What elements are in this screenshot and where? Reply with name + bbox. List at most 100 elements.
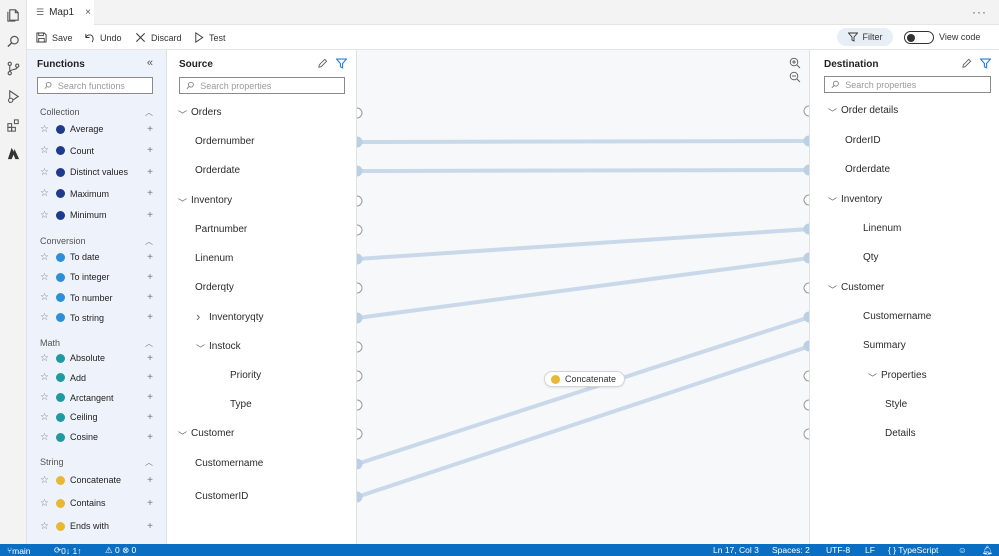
close-tab-icon[interactable]: ×: [85, 7, 91, 18]
function-item[interactable]: ☆ Absolute +: [27, 349, 166, 367]
chevron-down-icon[interactable]: ﹀: [828, 195, 837, 208]
collapse-panel-icon[interactable]: «: [147, 57, 153, 69]
discard-button[interactable]: Discard: [135, 29, 182, 46]
sync-status[interactable]: ⟳ 0↓ 1↑: [54, 545, 81, 556]
indentation[interactable]: Spaces: 2: [772, 545, 810, 555]
function-item[interactable]: ☆ Count +: [27, 142, 166, 160]
star-icon[interactable]: ☆: [40, 124, 49, 135]
chevron-down-icon[interactable]: ﹀: [178, 429, 187, 442]
notifications-icon[interactable]: 🔔︎: [982, 545, 993, 556]
chevron-up-icon[interactable]: ︿: [145, 107, 153, 118]
chevron-right-icon[interactable]: ›: [196, 309, 200, 324]
chevron-down-icon[interactable]: ﹀: [828, 106, 837, 119]
function-item[interactable]: ☆ Minimum +: [27, 206, 166, 224]
connection-handle[interactable]: [357, 282, 363, 294]
connection-handle[interactable]: [357, 195, 363, 207]
connection-handle[interactable]: [357, 224, 363, 236]
chevron-up-icon[interactable]: ︿: [145, 236, 153, 247]
add-icon[interactable]: +: [147, 312, 153, 323]
mapping-line[interactable]: [357, 168, 809, 173]
connected-handle[interactable]: [357, 136, 363, 148]
function-item[interactable]: ☆ To integer +: [27, 268, 166, 286]
connected-handle[interactable]: [357, 165, 363, 177]
function-item[interactable]: ☆ Maximum +: [27, 185, 166, 203]
category-header[interactable]: String: [40, 457, 64, 467]
tree-node[interactable]: Customername: [195, 458, 263, 469]
category-header[interactable]: Collection: [40, 107, 80, 117]
star-icon[interactable]: ☆: [40, 412, 49, 423]
tree-node[interactable]: Customername: [863, 311, 931, 322]
filter-button[interactable]: Filter: [837, 28, 893, 46]
function-item[interactable]: ☆ Concatenate +: [27, 471, 166, 489]
tree-node[interactable]: Customer: [841, 282, 884, 293]
connection-handle[interactable]: [357, 399, 363, 411]
search-icon[interactable]: [5, 33, 22, 50]
add-icon[interactable]: +: [147, 432, 153, 443]
tree-node[interactable]: Qty: [863, 252, 879, 263]
encoding[interactable]: UTF-8: [826, 545, 850, 555]
mapping-canvas[interactable]: Concatenate: [357, 50, 809, 544]
tree-node[interactable]: OrderID: [845, 135, 881, 146]
tree-node[interactable]: Orderdate: [195, 165, 240, 176]
tree-node[interactable]: Orders: [191, 107, 222, 118]
star-icon[interactable]: ☆: [40, 353, 49, 364]
star-icon[interactable]: ☆: [40, 475, 49, 486]
add-icon[interactable]: +: [147, 412, 153, 423]
function-item[interactable]: ☆ To string +: [27, 309, 166, 327]
category-header[interactable]: Math: [40, 338, 60, 348]
tree-node[interactable]: Order details: [841, 105, 898, 116]
function-item[interactable]: ☆ To date +: [27, 248, 166, 266]
filter-icon[interactable]: [336, 58, 347, 69]
function-item[interactable]: ☆ Arctangent +: [27, 389, 166, 407]
add-icon[interactable]: +: [147, 188, 153, 199]
function-item[interactable]: ☆ Ceiling +: [27, 408, 166, 426]
view-code-toggle[interactable]: [904, 31, 934, 44]
undo-button[interactable]: Undo: [84, 29, 122, 46]
chevron-down-icon[interactable]: ﹀: [196, 342, 205, 355]
zoom-out-icon[interactable]: [789, 71, 801, 83]
tree-node[interactable]: Priority: [230, 370, 261, 381]
search-destination-input[interactable]: [845, 79, 990, 90]
star-icon[interactable]: ☆: [40, 145, 49, 156]
tab-map1[interactable]: ☰ Map1 ×: [27, 0, 94, 25]
star-icon[interactable]: ☆: [40, 312, 49, 323]
star-icon[interactable]: ☆: [40, 188, 49, 199]
tree-node[interactable]: CustomerID: [195, 491, 248, 502]
run-debug-icon[interactable]: [5, 88, 22, 105]
chevron-up-icon[interactable]: ︿: [145, 338, 153, 349]
star-icon[interactable]: ☆: [40, 392, 49, 403]
end-of-line[interactable]: LF: [865, 545, 875, 555]
connection-handle[interactable]: [357, 428, 363, 440]
tree-node[interactable]: Details: [885, 428, 916, 439]
tree-node[interactable]: Summary: [863, 340, 906, 351]
edit-icon[interactable]: [317, 58, 328, 69]
save-button[interactable]: Save: [36, 29, 73, 46]
tree-node[interactable]: Inventory: [191, 195, 232, 206]
tree-node[interactable]: Orderqty: [195, 282, 234, 293]
add-icon[interactable]: +: [147, 521, 153, 532]
chevron-down-icon[interactable]: ﹀: [178, 196, 187, 209]
tree-node[interactable]: Customer: [191, 428, 234, 439]
function-item[interactable]: ☆ Cosine +: [27, 428, 166, 446]
function-item[interactable]: ☆ Average +: [27, 120, 166, 138]
mapping-line[interactable]: [357, 344, 809, 499]
star-icon[interactable]: ☆: [40, 432, 49, 443]
tree-node[interactable]: Linenum: [863, 223, 901, 234]
chevron-down-icon[interactable]: ﹀: [868, 371, 877, 384]
add-icon[interactable]: +: [147, 498, 153, 509]
function-item[interactable]: ☆ Contains +: [27, 494, 166, 512]
feedback-icon[interactable]: ☺: [958, 545, 967, 555]
add-icon[interactable]: +: [147, 372, 153, 383]
mapping-line[interactable]: [357, 256, 809, 320]
concatenate-function-node[interactable]: Concatenate: [544, 371, 626, 387]
search-functions-input[interactable]: [57, 80, 152, 91]
mapping-line[interactable]: [357, 227, 809, 261]
connection-handle[interactable]: [357, 341, 363, 353]
add-icon[interactable]: +: [147, 124, 153, 135]
mapping-line[interactable]: [357, 315, 809, 466]
tree-node[interactable]: Style: [885, 399, 907, 410]
add-icon[interactable]: +: [147, 353, 153, 364]
tree-node[interactable]: Inventory: [841, 194, 882, 205]
star-icon[interactable]: ☆: [40, 498, 49, 509]
tree-node[interactable]: Partnumber: [195, 224, 247, 235]
